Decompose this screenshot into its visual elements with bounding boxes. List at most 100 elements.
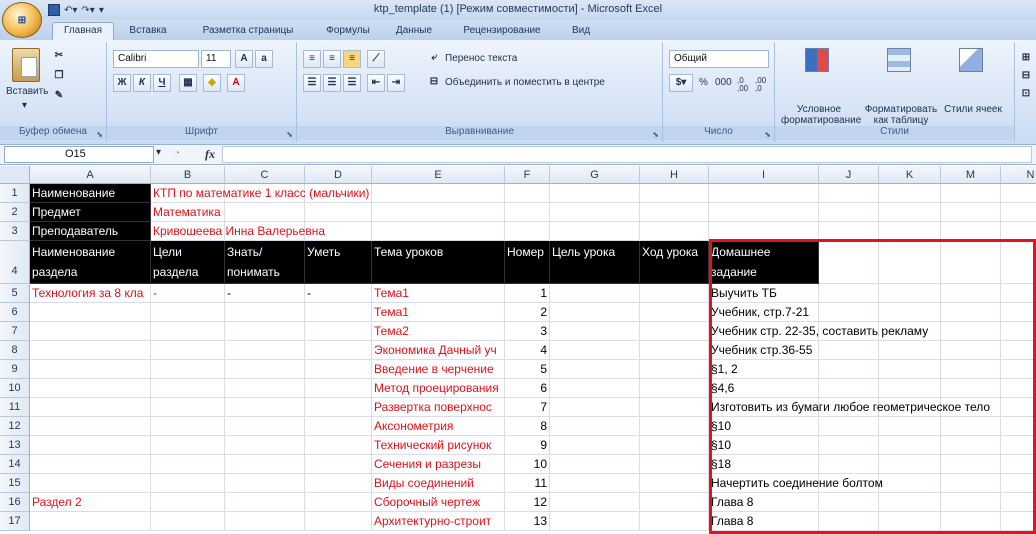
- cell-f1[interactable]: [505, 184, 550, 203]
- cell-a11[interactable]: [30, 398, 151, 417]
- row-header-15[interactable]: 15: [0, 474, 30, 493]
- cell-j9[interactable]: [819, 360, 879, 379]
- cell-k17[interactable]: [879, 512, 941, 531]
- insert-function-button[interactable]: fx: [205, 147, 215, 162]
- cell-h14[interactable]: [640, 455, 709, 474]
- cell-m15[interactable]: [941, 474, 1001, 493]
- cell-k4[interactable]: [879, 241, 941, 284]
- cell-e3[interactable]: [372, 222, 505, 241]
- cell-b8[interactable]: [151, 341, 225, 360]
- cell-d7[interactable]: [305, 322, 372, 341]
- column-header-I[interactable]: I: [709, 166, 819, 184]
- row-header-4[interactable]: 4: [0, 241, 30, 284]
- alignment-launcher-icon[interactable]: ⬊: [652, 130, 659, 139]
- row-header-8[interactable]: 8: [0, 341, 30, 360]
- copy-icon[interactable]: ❐: [50, 68, 68, 86]
- cell-d16[interactable]: [305, 493, 372, 512]
- cell-d2[interactable]: [305, 203, 372, 222]
- cell-a7[interactable]: [30, 322, 151, 341]
- cell-i1[interactable]: [709, 184, 819, 203]
- cell-h17[interactable]: [640, 512, 709, 531]
- cell-f15[interactable]: 11: [505, 474, 550, 493]
- tab-formulas[interactable]: Формулы: [318, 23, 378, 40]
- cell-c9[interactable]: [225, 360, 305, 379]
- font-color-icon[interactable]: A: [227, 74, 245, 92]
- cell-b11[interactable]: [151, 398, 225, 417]
- cell-m1[interactable]: [941, 184, 1001, 203]
- cell-m12[interactable]: [941, 417, 1001, 436]
- cell-g8[interactable]: [550, 341, 640, 360]
- cell-c4[interactable]: Знать/понимать: [225, 241, 305, 284]
- name-box[interactable]: O15: [4, 146, 154, 163]
- cell-g14[interactable]: [550, 455, 640, 474]
- cell-b10[interactable]: [151, 379, 225, 398]
- cell-h15[interactable]: [640, 474, 709, 493]
- cell-a1[interactable]: Наименование: [30, 184, 151, 203]
- cell-i8[interactable]: Учебник стр.36-55: [709, 341, 819, 360]
- italic-button[interactable]: К: [133, 74, 151, 92]
- cell-m10[interactable]: [941, 379, 1001, 398]
- cell-g6[interactable]: [550, 303, 640, 322]
- cell-n15[interactable]: [1001, 474, 1036, 493]
- cell-h13[interactable]: [640, 436, 709, 455]
- cell-j2[interactable]: [819, 203, 879, 222]
- cell-j5[interactable]: [819, 284, 879, 303]
- cell-d17[interactable]: [305, 512, 372, 531]
- cell-g17[interactable]: [550, 512, 640, 531]
- cell-b15[interactable]: [151, 474, 225, 493]
- cell-m16[interactable]: [941, 493, 1001, 512]
- tab-page-layout[interactable]: Разметка страницы: [188, 23, 308, 40]
- cell-m7[interactable]: [941, 322, 1001, 341]
- name-box-dropdown-icon[interactable]: ▾: [156, 147, 161, 158]
- number-launcher-icon[interactable]: ⬊: [764, 130, 771, 139]
- column-header-C[interactable]: C: [225, 166, 305, 184]
- tab-data[interactable]: Данные: [388, 23, 440, 40]
- cell-j14[interactable]: [819, 455, 879, 474]
- cell-f14[interactable]: 10: [505, 455, 550, 474]
- cell-a12[interactable]: [30, 417, 151, 436]
- increase-decimal-button[interactable]: ,0 ,00: [737, 77, 751, 93]
- cell-e15[interactable]: Виды соединений: [372, 474, 505, 493]
- increase-indent-icon[interactable]: ⇥: [387, 74, 405, 92]
- cell-f17[interactable]: 13: [505, 512, 550, 531]
- cell-n12[interactable]: [1001, 417, 1036, 436]
- cell-n16[interactable]: [1001, 493, 1036, 512]
- cell-k13[interactable]: [879, 436, 941, 455]
- cell-e12[interactable]: Аксонометрия: [372, 417, 505, 436]
- delete-cells-icon[interactable]: ⊟: [1017, 68, 1035, 86]
- cell-f3[interactable]: [505, 222, 550, 241]
- cell-c12[interactable]: [225, 417, 305, 436]
- paste-dropdown-icon[interactable]: ▾: [22, 100, 27, 111]
- cell-e11[interactable]: Развертка поверхнос: [372, 398, 505, 417]
- cell-b17[interactable]: [151, 512, 225, 531]
- tab-review[interactable]: Рецензирование: [452, 23, 552, 40]
- paste-icon[interactable]: [12, 48, 40, 82]
- cell-d13[interactable]: [305, 436, 372, 455]
- cell-c7[interactable]: [225, 322, 305, 341]
- cancel-formula-icon[interactable]: ◔: [174, 148, 180, 159]
- cell-a15[interactable]: [30, 474, 151, 493]
- cell-n6[interactable]: [1001, 303, 1036, 322]
- cell-f2[interactable]: [505, 203, 550, 222]
- cell-m3[interactable]: [941, 222, 1001, 241]
- cell-a9[interactable]: [30, 360, 151, 379]
- cell-k15[interactable]: [879, 474, 941, 493]
- percent-button[interactable]: %: [699, 77, 708, 88]
- cell-i7[interactable]: Учебник стр. 22-35, составить рекламу: [709, 322, 928, 341]
- cell-j13[interactable]: [819, 436, 879, 455]
- cell-e8[interactable]: Экономика Дачный уч: [372, 341, 505, 360]
- cell-d5[interactable]: -: [305, 284, 372, 303]
- cell-e2[interactable]: [372, 203, 505, 222]
- cell-n4[interactable]: [1001, 241, 1036, 284]
- cell-n11[interactable]: [1001, 398, 1036, 417]
- cell-f6[interactable]: 2: [505, 303, 550, 322]
- cell-k8[interactable]: [879, 341, 941, 360]
- column-header-M[interactable]: M: [941, 166, 1001, 184]
- cell-a13[interactable]: [30, 436, 151, 455]
- cell-b4[interactable]: Цели раздела: [151, 241, 225, 284]
- orientation-icon[interactable]: ⟋: [367, 50, 385, 68]
- row-header-16[interactable]: 16: [0, 493, 30, 512]
- cell-k6[interactable]: [879, 303, 941, 322]
- cell-f4[interactable]: Номер: [505, 241, 550, 284]
- cell-n14[interactable]: [1001, 455, 1036, 474]
